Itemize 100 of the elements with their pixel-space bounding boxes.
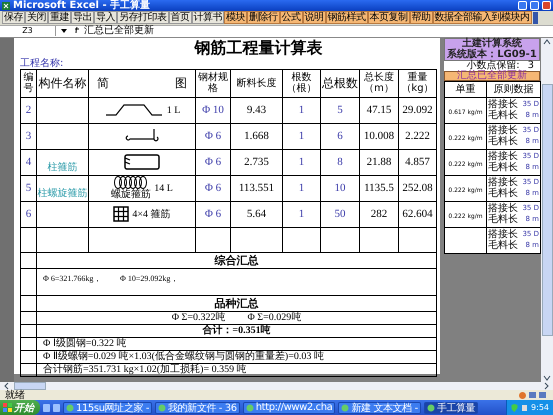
toolbar-button[interactable]: 模块 (224, 11, 247, 24)
note-text: Φ Ⅱ级螺钢=0.029 吨×1.03(低合金螺纹钢与圆钢的重量差)=0.03 吨 (43, 351, 324, 362)
summary-item: Φ 6=321.766kg， (43, 272, 102, 284)
table-cell: 1 (298, 104, 304, 116)
table-cell: 9.43 (246, 104, 266, 116)
toolbar-button[interactable]: 首页 (168, 11, 192, 24)
column-header: 简 (97, 78, 109, 89)
column-header: 根数（根） (286, 72, 316, 94)
dropdown-icon[interactable] (60, 28, 68, 34)
table-cell: 6 (337, 130, 343, 142)
stock-label: 毛料长 (488, 240, 518, 252)
toolbar-button[interactable]: 公式 (280, 11, 302, 24)
toolbar-button[interactable]: 重建 (48, 11, 71, 24)
column-header: 钢材规格 (198, 72, 228, 94)
table-cell: 4.857 (405, 156, 430, 168)
toolbar-button[interactable]: 数据全部输入到模块内 (432, 11, 532, 24)
taskbar-button[interactable]: 115su网址之家 - (63, 402, 152, 414)
tray-icon[interactable] (521, 404, 528, 412)
toolbar-button[interactable]: 帮助 (410, 11, 432, 24)
system-title: 土建计算系统 (462, 38, 523, 50)
row-number: 4 (26, 156, 32, 168)
table-cell: 1 (298, 130, 304, 142)
close-button[interactable] (542, 1, 551, 10)
table-cell: 8 (337, 156, 343, 168)
note-text: Φ Ⅰ级圆钢=0.322 吨 (43, 338, 126, 350)
toolbar-button[interactable]: 导入 (94, 11, 117, 24)
taskbar-button[interactable]: 我的新文件 - 36 (155, 402, 240, 414)
app-icon (246, 404, 254, 412)
toolbar-button[interactable]: 保存 (2, 11, 25, 24)
formula-field[interactable]: 汇总已全部更新 (84, 26, 154, 36)
table-cell: 47.15 (366, 104, 392, 116)
stirrup-drawing (122, 153, 162, 172)
stock-label: 毛料长 (488, 136, 518, 148)
table-cell: 1 (298, 208, 304, 220)
minimize-button[interactable] (518, 1, 527, 10)
toolbar-button[interactable]: 说明 (302, 11, 326, 24)
table-cell: 1135.5 (364, 182, 394, 194)
table-cell: 5.64 (246, 208, 266, 220)
update-button[interactable]: 汇总已全部更新 (444, 70, 540, 81)
lap-label: 搭接长 (488, 125, 518, 136)
table-cell: 50 (334, 208, 346, 220)
lap-label: 搭接长 (488, 203, 518, 214)
stock-label: 毛料长 (488, 110, 518, 122)
table-cell: Φ 6 (204, 156, 222, 168)
toolbar-button[interactable]: 关闭 (25, 11, 48, 24)
toolbar-button[interactable]: 另存打印表 (117, 11, 168, 24)
toolbar-button[interactable]: 导出 (71, 11, 94, 24)
shape-note: 14 L (154, 182, 173, 194)
toolbar-button[interactable]: 计算书 (192, 11, 224, 24)
taskbar-button[interactable]: 手工算量 (424, 402, 478, 414)
table-cell: 2.222 (405, 130, 430, 142)
status-text: 就绪 (5, 388, 26, 402)
input-method-icon[interactable] (519, 392, 526, 398)
bent-bar-drawing (104, 103, 164, 118)
column-header: 总长度（m） (364, 72, 394, 94)
horizontal-scrollbar[interactable] (0, 382, 553, 390)
toolbar-overflow-icon[interactable] (532, 12, 538, 24)
shape-caption: 螺旋箍筋 (111, 189, 152, 200)
table-cell: 2.735 (244, 156, 269, 168)
toolbar-button[interactable]: 本页复制 (368, 11, 410, 24)
flag-icon (3, 403, 12, 412)
row-number: 5 (26, 182, 32, 194)
vertical-scrollbar[interactable] (541, 38, 553, 382)
toolbar-button[interactable]: 钢筋样式 (326, 11, 368, 24)
version-text: 系统版本：LG09-1 (446, 49, 538, 60)
decimals-label: 小数点保留: (466, 60, 520, 71)
start-button[interactable]: 开始 (0, 400, 40, 415)
note-text: 合计钢筋=351.731 kg×1.02(加工损耗)= 0.359 吨 (43, 364, 247, 376)
table-cell: 29.092 (402, 104, 433, 116)
scroll-down-icon[interactable] (542, 374, 552, 382)
lap-label: 搭接长 (488, 151, 518, 162)
column-header: 单重 (456, 84, 476, 96)
row-number: 2 (26, 104, 32, 116)
row-number: 6 (26, 208, 32, 220)
column-header: 编号 (24, 72, 34, 94)
column-header: 图 (175, 78, 187, 89)
name-box[interactable]: Z3 (0, 26, 56, 36)
shield-icon[interactable] (511, 404, 518, 412)
total-text: 合计：=0.351吨 (202, 325, 271, 336)
decimals-value[interactable]: 3 (528, 60, 534, 71)
table-cell: 1 (298, 182, 304, 194)
section-title: 品种汇总 (214, 298, 258, 310)
stock-label: 毛料长 (488, 188, 518, 200)
maximize-button[interactable] (530, 1, 539, 10)
taskbar-button[interactable]: http://www2.cha (242, 402, 336, 414)
variety-item: Φ Σ=0.322吨 (172, 312, 226, 324)
scroll-thumb[interactable] (542, 84, 552, 336)
toolbar-button[interactable]: 删除行 (247, 11, 280, 24)
scroll-thumb[interactable] (14, 382, 46, 390)
lap-label: 搭接长 (488, 229, 518, 240)
component-name: 柱箍筋 (46, 160, 78, 174)
table-cell: 62.604 (402, 208, 433, 220)
app-icon (66, 404, 74, 412)
stock-label: 毛料长 (488, 214, 518, 226)
clock-text: 9:54 (531, 403, 549, 412)
shape-note: 1 L (166, 104, 180, 116)
scroll-up-icon[interactable] (542, 38, 552, 46)
taskbar-button[interactable]: 新建 文本文档 - (338, 402, 421, 414)
table-cell: Φ 6 (204, 208, 222, 220)
table-cell: 10.008 (364, 130, 394, 142)
